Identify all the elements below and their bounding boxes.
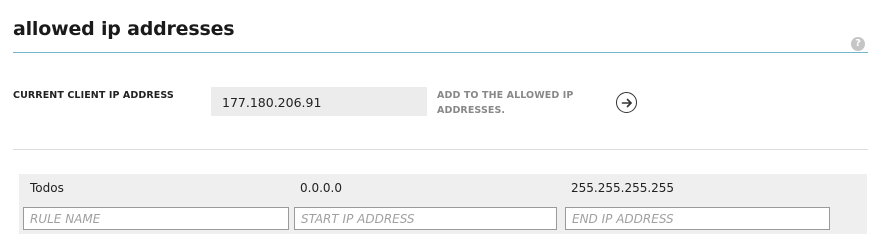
end-ip-input[interactable]	[565, 207, 830, 230]
ip-rules-table: Todos 0.0.0.0 255.255.255.255	[19, 174, 867, 234]
table-row[interactable]: Todos 0.0.0.0 255.255.255.255	[19, 174, 867, 202]
page-title: allowed ip addresses	[13, 18, 235, 40]
add-to-allowed-ip-link[interactable]: ADD TO THE ALLOWED IP ADDRESSES.	[437, 88, 587, 118]
title-underline	[13, 52, 868, 53]
help-icon[interactable]: ?	[851, 37, 865, 51]
end-ip-cell: 255.255.255.255	[571, 181, 675, 195]
arrow-right-circle-icon[interactable]	[616, 92, 637, 113]
start-ip-cell: 0.0.0.0	[300, 181, 342, 195]
section-divider	[13, 149, 868, 150]
add-link-line-2: ADDRESSES.	[437, 105, 506, 116]
rule-name-input[interactable]	[23, 207, 289, 230]
current-client-ip-value: 177.180.206.91	[211, 87, 427, 116]
add-link-line-1: ADD TO THE ALLOWED IP	[437, 90, 574, 101]
allowed-ip-addresses-page: allowed ip addresses ? CURRENT CLIENT IP…	[0, 0, 884, 243]
start-ip-input[interactable]	[294, 207, 557, 230]
current-client-ip-label: CURRENT CLIENT IP ADDRESS	[13, 90, 174, 101]
rule-name-cell: Todos	[30, 181, 64, 195]
